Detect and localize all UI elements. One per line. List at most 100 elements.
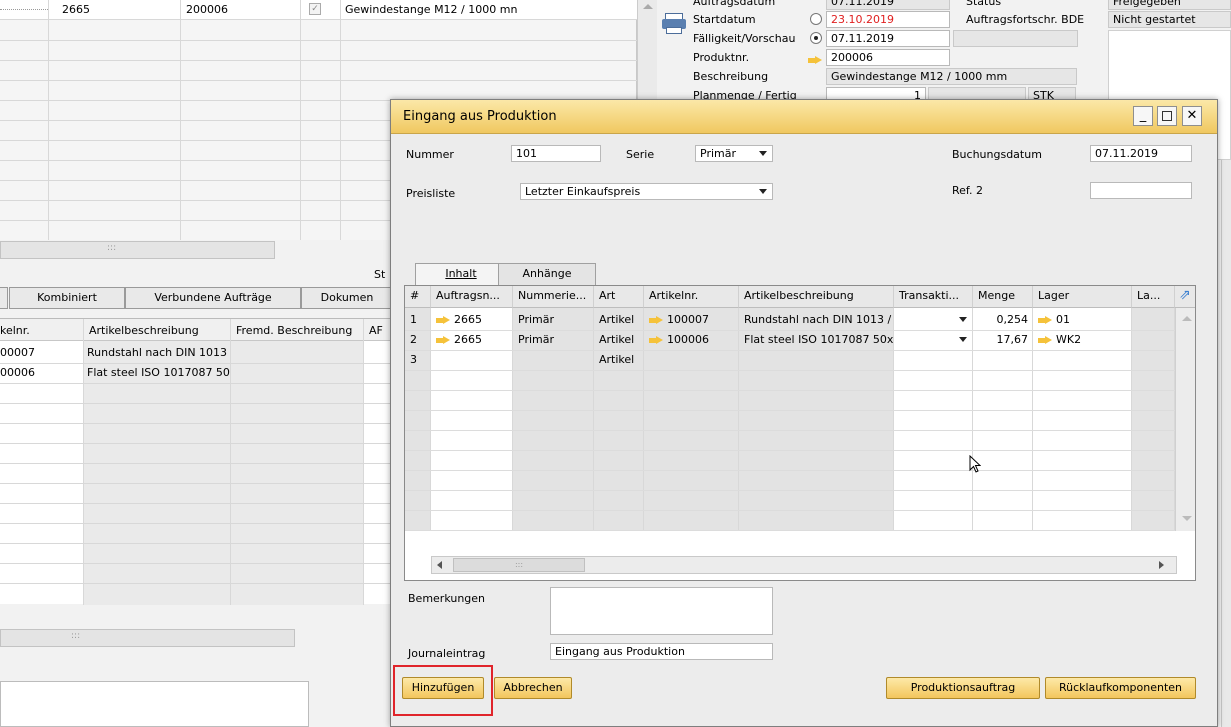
dialog-title: Eingang aus Produktion — [403, 109, 557, 124]
content-grid: # Auftragsn... Nummerie... Art Artikelnr… — [404, 285, 1196, 581]
serie-select[interactable]: Primär — [695, 145, 773, 162]
produktnr-label: Produktnr. — [693, 51, 750, 64]
grid-header-auftrag[interactable]: Auftragsn... — [431, 286, 513, 308]
produktionsauftrag-button[interactable]: Produktionsauftrag — [886, 677, 1040, 699]
checkbox-icon[interactable]: ✓ — [309, 3, 321, 15]
link-arrow-icon[interactable] — [649, 315, 663, 325]
chevron-down-icon[interactable] — [959, 337, 967, 342]
faelligkeit-label: Fälligkeit/Vorschau — [693, 32, 796, 45]
minimize-icon[interactable]: _ — [1133, 106, 1153, 126]
right-edge-panel — [1221, 160, 1231, 727]
link-arrow-icon[interactable] — [808, 55, 822, 65]
lower-grid-row[interactable]: 00006 Flat steel ISO 1017087 50x — [0, 363, 392, 383]
preisliste-label: Preisliste — [406, 187, 456, 200]
lower-grid-hscroll[interactable]: ::: — [0, 629, 295, 647]
status-field[interactable]: Freigegeben — [1108, 0, 1231, 10]
printer-icon[interactable] — [662, 13, 686, 35]
bde-field[interactable]: Nicht gestartet — [1108, 11, 1231, 28]
top-grid-hscroll[interactable]: ::: — [0, 241, 275, 259]
chevron-down-icon[interactable] — [759, 151, 767, 156]
grid-header-art[interactable]: Art — [594, 286, 644, 308]
lower-grid-header-beschreibung: Artikelbeschreibung — [89, 324, 199, 337]
tab-prev-edge[interactable] — [0, 287, 8, 309]
tab-verbundene-auftraege[interactable]: Verbundene Aufträge — [125, 287, 301, 309]
top-grid-description: Gewindestange M12 / 1000 mn — [345, 3, 518, 16]
scroll-left-icon[interactable] — [437, 561, 442, 569]
link-arrow-icon[interactable] — [436, 315, 450, 325]
grid-header-lager[interactable]: Lager — [1033, 286, 1132, 308]
ref2-field[interactable] — [1090, 182, 1192, 199]
startdatum-field[interactable]: 23.10.2019 — [826, 11, 950, 28]
notes-area[interactable] — [0, 681, 309, 727]
status-short-label: St — [374, 268, 386, 281]
link-arrow-icon[interactable] — [649, 335, 663, 345]
ref2-label: Ref. 2 — [952, 184, 983, 197]
grid-header-transaktion[interactable]: Transakti... — [894, 286, 973, 308]
beschreibung-label: Beschreibung — [693, 70, 769, 83]
scroll-down-icon[interactable] — [1182, 516, 1192, 521]
auftragsdatum-field[interactable]: 07.11.2019 — [826, 0, 950, 10]
grid-header-beschreibung[interactable]: Artikelbeschreibung — [739, 286, 894, 308]
tab-kombiniert[interactable]: Kombiniert — [9, 287, 125, 309]
link-arrow-icon[interactable] — [1038, 315, 1052, 325]
dotted-leader — [0, 9, 48, 10]
bemerkungen-field[interactable] — [550, 587, 773, 635]
status-label: Status — [966, 0, 1002, 8]
tab-anhaenge[interactable]: Anhänge — [498, 263, 596, 285]
tab-inhalt[interactable]: Inhalt — [415, 263, 507, 287]
faelligkeit-field[interactable]: 07.11.2019 — [826, 30, 950, 47]
chevron-down-icon[interactable] — [959, 317, 967, 322]
mouse-cursor-icon — [969, 455, 981, 473]
lower-grid-header-fremd: Fremd. Beschreibung — [236, 324, 353, 337]
grid-header-artikelnr[interactable]: Artikelnr. — [644, 286, 739, 308]
empty-field[interactable] — [953, 30, 1078, 47]
ruecklaufkomponenten-button[interactable]: Rücklaufkomponenten — [1045, 677, 1196, 699]
expand-grid-icon[interactable]: ⇗ — [1175, 286, 1195, 308]
table-row[interactable]: 1 2665 Primär Artikel 100007 Rundstahl n… — [405, 310, 1175, 330]
table-row[interactable]: 2 2665 Primär Artikel 100006 Flat steel … — [405, 330, 1175, 350]
maximize-icon[interactable] — [1157, 106, 1177, 126]
chevron-down-icon[interactable] — [759, 189, 767, 194]
link-arrow-icon[interactable] — [1038, 335, 1052, 345]
journal-field[interactable]: Eingang aus Produktion — [550, 643, 773, 660]
grid-vscroll[interactable] — [1175, 308, 1195, 531]
serie-label: Serie — [626, 148, 655, 161]
buchungsdatum-field[interactable]: 07.11.2019 — [1090, 145, 1192, 162]
top-grid-selected-row[interactable]: 2665 200006 ✓ Gewindestange M12 / 1000 m… — [0, 0, 637, 20]
preisliste-select[interactable]: Letzter Einkaufspreis — [520, 183, 773, 200]
produktnr-field[interactable]: 200006 — [826, 49, 950, 66]
lower-grid-row[interactable]: 00007 Rundstahl nach DIN 1013 — [0, 343, 392, 363]
grid-header-nummerierung[interactable]: Nummerie... — [513, 286, 594, 308]
grid-header-menge[interactable]: Menge — [973, 286, 1033, 308]
scroll-thumb[interactable]: ::: — [453, 558, 585, 572]
scroll-right-icon[interactable] — [1159, 561, 1164, 569]
startdatum-label: Startdatum — [693, 13, 756, 26]
beschreibung-field[interactable]: Gewindestange M12 / 1000 mm — [826, 68, 1077, 85]
scroll-up-icon[interactable] — [643, 4, 653, 9]
bde-label: Auftragsfortschr. BDE — [966, 13, 1085, 26]
dialog-titlebar[interactable]: Eingang aus Produktion _ ✕ — [391, 100, 1217, 134]
bemerkungen-label: Bemerkungen — [408, 592, 486, 605]
auftragsdatum-label: Auftragsdatum — [693, 0, 776, 8]
table-row[interactable]: 3 Artikel — [405, 350, 1175, 370]
lower-grid: kelnr. Artikelbeschreibung Fremd. Beschr… — [0, 318, 392, 605]
top-grid-docno: 2665 — [62, 3, 90, 16]
nummer-label: Nummer — [406, 148, 454, 161]
radio-faelligkeit[interactable] — [810, 32, 822, 44]
grid-header-la[interactable]: La... — [1132, 286, 1175, 308]
link-arrow-icon[interactable] — [436, 335, 450, 345]
buchungsdatum-label: Buchungsdatum — [952, 148, 1042, 161]
cancel-button[interactable]: Abbrechen — [494, 677, 572, 699]
lower-grid-header-artikelnr: kelnr. — [0, 324, 30, 337]
lower-grid-header-af: AF — [369, 324, 383, 337]
journal-label: Journaleintrag — [408, 647, 486, 660]
tab-dokumente[interactable]: Dokumen — [301, 287, 393, 309]
grid-header-num[interactable]: # — [405, 286, 431, 308]
scroll-up-icon[interactable] — [1182, 316, 1192, 321]
top-grid-productno: 200006 — [186, 3, 228, 16]
grid-hscroll[interactable]: ::: — [431, 556, 1177, 574]
close-icon[interactable]: ✕ — [1182, 106, 1202, 126]
nummer-field[interactable]: 101 — [511, 145, 601, 162]
add-button[interactable]: Hinzufügen — [402, 677, 484, 699]
radio-startdatum[interactable] — [810, 13, 822, 25]
